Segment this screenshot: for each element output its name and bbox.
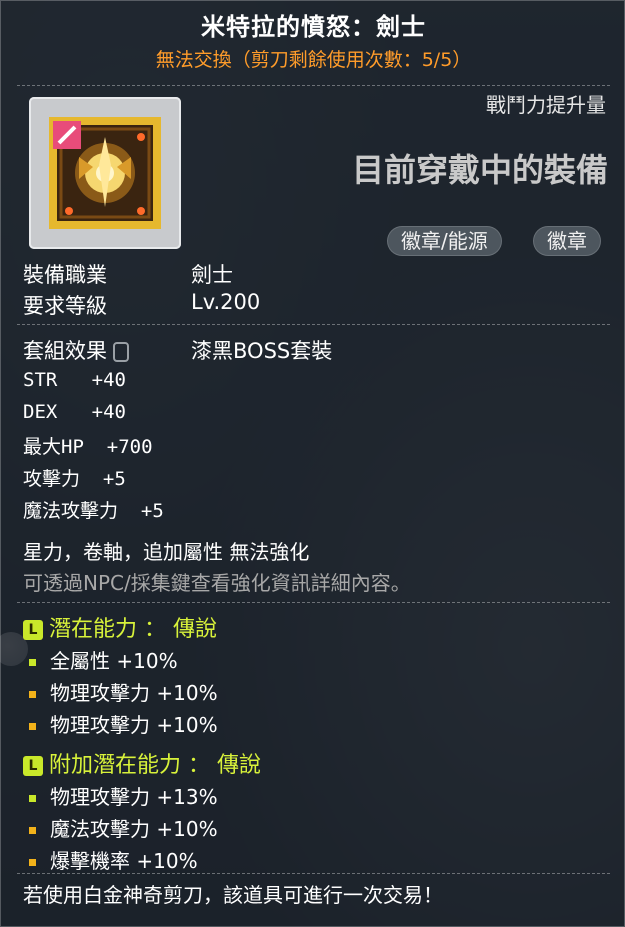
potential-line-name: 物理攻擊力: [50, 681, 150, 705]
potential-line-value: +10%: [116, 649, 178, 673]
set-effect-row: 套組效果 漆黑BOSS套裝: [23, 335, 332, 365]
stat-row-attack: 攻擊力 +5: [23, 464, 126, 491]
level-label: 要求等級: [23, 294, 107, 318]
category-tag-emblem-energy: 徽章/能源: [387, 226, 502, 256]
item-title: 米特拉的憤怒：劍士: [201, 13, 426, 41]
bonus-potential-line-name: 魔法攻擊力: [50, 817, 150, 841]
divider: [17, 602, 610, 603]
potential-line: 物理攻擊力 +10%: [29, 677, 218, 706]
stat-row-max-hp: 最大HP +700: [23, 432, 153, 459]
stat-row-str: STR +40: [23, 369, 126, 391]
item-tooltip: 米特拉的憤怒：劍士 無法交換（剪刀剩餘使用次數：5/5） 戰鬥力提升量 目前穿戴…: [0, 0, 625, 927]
stat-value: +40: [91, 369, 126, 391]
stat-value: +5: [140, 500, 164, 522]
lock-icon: [113, 342, 129, 362]
item-icon-box: [29, 97, 181, 249]
divider: [17, 873, 610, 874]
emblem-icon: [49, 117, 161, 229]
bonus-potential-line-value: +10%: [156, 817, 218, 841]
stat-name: 最大HP: [23, 436, 84, 458]
set-effect-label: 套組效果: [23, 339, 107, 363]
stat-name: STR: [23, 369, 58, 391]
stat-name: 魔法攻擊力: [23, 500, 119, 522]
stat-name: DEX: [23, 401, 58, 423]
job-label: 裝備職業: [23, 263, 107, 287]
potential-line-value: +10%: [156, 681, 218, 705]
enhance-restriction-note: 星力，卷軸，追加屬性 無法強化: [23, 540, 310, 564]
divider: [17, 324, 610, 325]
potential-line-name: 全屬性: [50, 649, 110, 673]
bonus-potential-header: L 附加潛在能力 ： 傳說: [23, 747, 261, 779]
divider: [17, 85, 610, 86]
bonus-potential-line: 魔法攻擊力 +10%: [29, 813, 218, 842]
bonus-potential-line: 物理攻擊力 +13%: [29, 781, 218, 810]
level-value: Lv.200: [191, 290, 261, 314]
potential-header-text: 潛在能力 ： 傳說: [49, 617, 217, 642]
stat-value: +5: [102, 468, 126, 490]
bonus-potential-line-name: 物理攻擊力: [50, 785, 150, 809]
bullet-icon: [29, 723, 36, 730]
potential-line: 物理攻擊力 +10%: [29, 709, 218, 738]
set-effect-value: 漆黑BOSS套裝: [191, 339, 333, 363]
legendary-badge-icon: L: [23, 756, 43, 776]
bullet-icon: [29, 795, 36, 802]
category-tag-emblem: 徽章: [533, 226, 601, 256]
stat-row-dex: DEX +40: [23, 401, 126, 423]
bullet-icon: [29, 859, 36, 866]
potential-line-value: +10%: [156, 713, 218, 737]
job-value: 劍士: [191, 263, 233, 287]
legendary-badge-icon: L: [23, 620, 43, 640]
enhance-info-note: 可透過NPC/採集鍵查看強化資訊詳細內容。: [23, 571, 411, 595]
bullet-icon: [29, 691, 36, 698]
bullet-icon: [29, 659, 36, 666]
bonus-potential-line-name: 爆擊機率: [50, 849, 130, 873]
bonus-potential-line-value: +10%: [136, 849, 198, 873]
bonus-potential-header-text: 附加潛在能力 ： 傳說: [49, 753, 261, 778]
level-row: 要求等級 Lv.200: [23, 290, 260, 320]
job-row: 裝備職業 劍士: [23, 259, 233, 289]
potential-header: L 潛在能力 ： 傳說: [23, 611, 217, 643]
combat-power-label: 戰鬥力提升量: [486, 93, 606, 117]
potential-line: 全屬性 +10%: [29, 645, 178, 674]
stat-row-magic-attack: 魔法攻擊力 +5: [23, 496, 164, 523]
potential-line-name: 物理攻擊力: [50, 713, 150, 737]
bonus-potential-line-value: +13%: [156, 785, 218, 809]
stat-value: +700: [106, 436, 153, 458]
trade-hint-footer: 若使用白金神奇剪刀，該道具可進行一次交易！: [23, 883, 443, 907]
stat-value: +40: [91, 401, 126, 423]
bonus-potential-line: 爆擊機率 +10%: [29, 845, 198, 874]
bullet-icon: [29, 827, 36, 834]
stat-name: 攻擊力: [23, 468, 81, 490]
currently-equipped-label: 目前穿戴中的裝備: [351, 151, 608, 189]
trade-note: 無法交換（剪刀剩餘使用次數：5/5）: [155, 49, 472, 71]
